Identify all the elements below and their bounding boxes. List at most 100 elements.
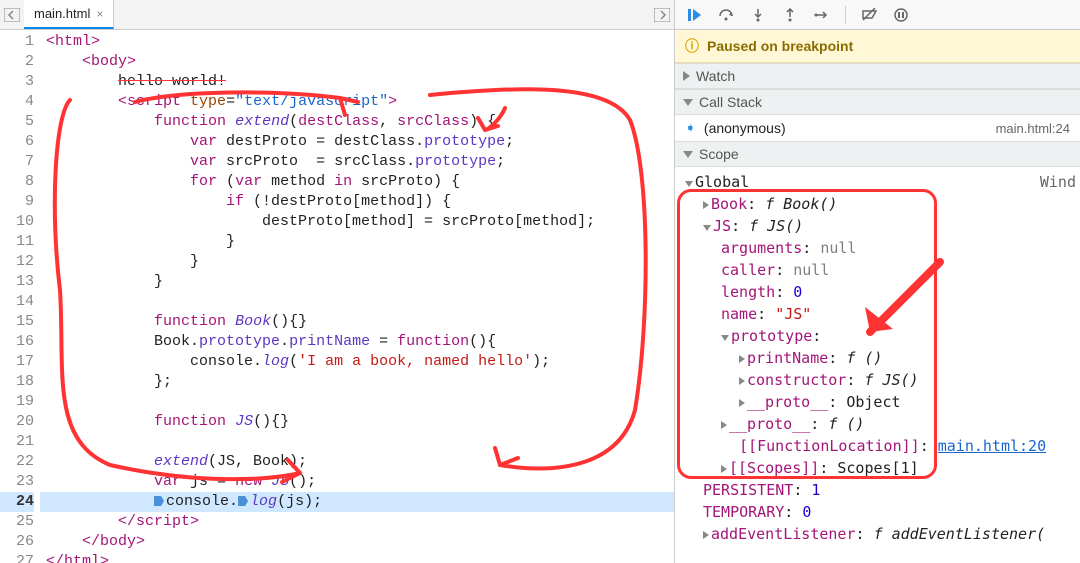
chevron-right-icon[interactable] bbox=[739, 355, 745, 363]
code-line[interactable]: <script type="text/javascript"> bbox=[40, 92, 674, 112]
code-line[interactable]: function extend(destClass, srcClass) { bbox=[40, 112, 674, 132]
code-line[interactable] bbox=[40, 292, 674, 312]
scope-key: constructor bbox=[747, 371, 846, 389]
code-line[interactable]: if (!destProto[method]) { bbox=[40, 192, 674, 212]
source-panel: main.html × 1234567891011121314151617181… bbox=[0, 0, 675, 563]
line-number[interactable]: 19 bbox=[0, 392, 34, 412]
line-number[interactable]: 22 bbox=[0, 452, 34, 472]
code-lines[interactable]: <html> <body> hello world! <script type=… bbox=[40, 30, 674, 563]
watch-section-header[interactable]: Watch bbox=[675, 63, 1080, 89]
resume-button[interactable] bbox=[685, 6, 703, 24]
line-number[interactable]: 12 bbox=[0, 252, 34, 272]
line-number[interactable]: 8 bbox=[0, 172, 34, 192]
line-number[interactable]: 20 bbox=[0, 412, 34, 432]
line-number[interactable]: 21 bbox=[0, 432, 34, 452]
code-line[interactable]: hello world! bbox=[40, 72, 674, 92]
code-line[interactable]: } bbox=[40, 252, 674, 272]
line-number[interactable]: 24 bbox=[0, 492, 34, 512]
line-number[interactable]: 1 bbox=[0, 32, 34, 52]
code-line[interactable]: for (var method in srcProto) { bbox=[40, 172, 674, 192]
callstack-section-header[interactable]: Call Stack bbox=[675, 89, 1080, 115]
close-icon[interactable]: × bbox=[96, 7, 103, 21]
frame-name: (anonymous) bbox=[704, 120, 786, 136]
pause-on-exceptions-button[interactable] bbox=[892, 6, 910, 24]
code-line[interactable]: <html> bbox=[40, 32, 674, 52]
line-number[interactable]: 6 bbox=[0, 132, 34, 152]
line-number[interactable]: 16 bbox=[0, 332, 34, 352]
line-gutter[interactable]: 1234567891011121314151617181920212223242… bbox=[0, 30, 40, 563]
chevron-right-icon[interactable] bbox=[721, 421, 727, 429]
scope-tree[interactable]: GlobalWind Book: f Book() JS: f JS() arg… bbox=[675, 167, 1080, 549]
line-number[interactable]: 23 bbox=[0, 472, 34, 492]
scope-val: f () bbox=[846, 349, 882, 367]
chevron-down-icon bbox=[683, 99, 693, 106]
step-out-button[interactable] bbox=[781, 6, 799, 24]
scope-key: printName bbox=[747, 349, 828, 367]
chevron-right-icon bbox=[683, 71, 690, 81]
line-number[interactable]: 14 bbox=[0, 292, 34, 312]
chevron-down-icon bbox=[683, 151, 693, 158]
chevron-right-icon[interactable] bbox=[739, 399, 745, 407]
code-line[interactable]: extend(JS, Book); bbox=[40, 452, 674, 472]
line-number[interactable]: 4 bbox=[0, 92, 34, 112]
scope-val: 1 bbox=[811, 481, 820, 499]
code-line[interactable]: </body> bbox=[40, 532, 674, 552]
line-number[interactable]: 9 bbox=[0, 192, 34, 212]
line-number[interactable]: 27 bbox=[0, 552, 34, 563]
chevron-right-icon[interactable] bbox=[739, 377, 745, 385]
code-line[interactable]: var destProto = destClass.prototype; bbox=[40, 132, 674, 152]
code-line[interactable]: }; bbox=[40, 372, 674, 392]
line-number[interactable]: 10 bbox=[0, 212, 34, 232]
code-line[interactable]: console.log('I am a book, named hello'); bbox=[40, 352, 674, 372]
step-into-button[interactable] bbox=[749, 6, 767, 24]
line-number[interactable]: 2 bbox=[0, 52, 34, 72]
code-line[interactable]: function JS(){} bbox=[40, 412, 674, 432]
chevron-right-icon[interactable] bbox=[703, 201, 709, 209]
code-line[interactable]: </html> bbox=[40, 552, 674, 563]
line-number[interactable]: 11 bbox=[0, 232, 34, 252]
code-line[interactable] bbox=[40, 432, 674, 452]
stack-frame[interactable]: ➧ (anonymous) main.html:24 bbox=[675, 115, 1080, 141]
scope-val: "JS" bbox=[775, 305, 811, 323]
line-number[interactable]: 17 bbox=[0, 352, 34, 372]
scope-key: caller bbox=[721, 261, 775, 279]
line-number[interactable]: 13 bbox=[0, 272, 34, 292]
pause-status-bar: ⓘ Paused on breakpoint bbox=[675, 30, 1080, 63]
scope-section-header[interactable]: Scope bbox=[675, 141, 1080, 167]
chevron-down-icon[interactable] bbox=[685, 181, 693, 187]
debug-panel: ⓘ Paused on breakpoint Watch Call Stack … bbox=[675, 0, 1080, 563]
line-number[interactable]: 26 bbox=[0, 532, 34, 552]
chevron-down-icon[interactable] bbox=[703, 225, 711, 231]
line-number[interactable]: 18 bbox=[0, 372, 34, 392]
chevron-down-icon[interactable] bbox=[721, 335, 729, 341]
chevron-right-icon[interactable] bbox=[703, 531, 709, 539]
line-number[interactable]: 5 bbox=[0, 112, 34, 132]
scope-key: addEventListener bbox=[711, 525, 856, 543]
code-line[interactable]: } bbox=[40, 232, 674, 252]
code-line[interactable]: var srcProto = srcClass.prototype; bbox=[40, 152, 674, 172]
callstack-label: Call Stack bbox=[699, 94, 762, 110]
line-number[interactable]: 7 bbox=[0, 152, 34, 172]
chevron-right-icon[interactable] bbox=[721, 465, 727, 473]
code-line[interactable]: <body> bbox=[40, 52, 674, 72]
line-number[interactable]: 15 bbox=[0, 312, 34, 332]
code-line[interactable]: console.log(js); bbox=[40, 492, 674, 512]
code-editor[interactable]: 1234567891011121314151617181920212223242… bbox=[0, 30, 674, 563]
file-tab[interactable]: main.html × bbox=[24, 0, 114, 29]
code-line[interactable]: function Book(){} bbox=[40, 312, 674, 332]
dock-icon[interactable] bbox=[650, 8, 674, 22]
scope-val-link[interactable]: main.html:20 bbox=[938, 437, 1046, 455]
step-over-button[interactable] bbox=[717, 6, 735, 24]
line-number[interactable]: 25 bbox=[0, 512, 34, 532]
code-line[interactable]: destProto[method] = srcProto[method]; bbox=[40, 212, 674, 232]
nav-back-icon[interactable] bbox=[0, 3, 24, 27]
code-line[interactable]: } bbox=[40, 272, 674, 292]
scope-val: f JS() bbox=[749, 217, 803, 235]
code-line[interactable] bbox=[40, 392, 674, 412]
line-number[interactable]: 3 bbox=[0, 72, 34, 92]
deactivate-breakpoints-button[interactable] bbox=[860, 6, 878, 24]
code-line[interactable]: Book.prototype.printName = function(){ bbox=[40, 332, 674, 352]
step-button[interactable] bbox=[813, 6, 831, 24]
code-line[interactable]: </script> bbox=[40, 512, 674, 532]
code-line[interactable]: var js = new JS(); bbox=[40, 472, 674, 492]
